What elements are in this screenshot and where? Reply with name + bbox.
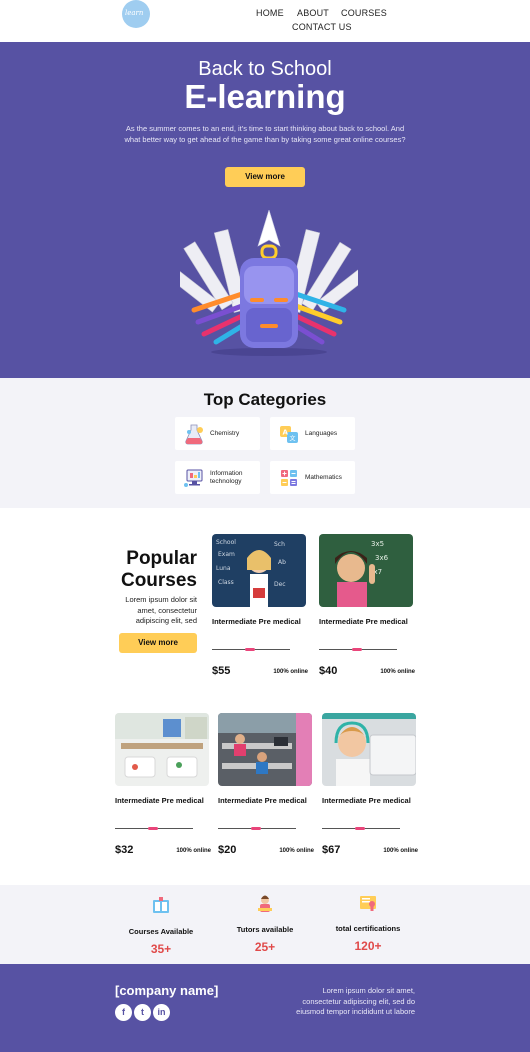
computer-icon [184,469,203,487]
course-mode: 100% online [383,848,418,854]
course-progress-bar [218,827,296,830]
category-label: Chemistry [210,429,240,437]
svg-text:Class: Class [218,579,234,586]
linkedin-icon[interactable]: in [153,1004,170,1021]
nav-contact-link[interactable]: CONTACT US [292,22,352,32]
svg-text:文: 文 [290,435,296,443]
course-title: Intermediate Pre medical [115,796,204,805]
popular-courses-title: Popular Courses [120,548,197,591]
course-mode: 100% online [176,848,211,854]
categories-section: Top Categories Chemistry A 文 Languages I… [0,378,530,508]
categories-title: Top Categories [203,390,327,409]
book-icon [153,897,169,913]
stat-label: total certifications [335,924,401,933]
course-price: $67 [322,844,341,856]
course-progress-bar [115,827,193,830]
stat-courses: Courses Available 35+ [111,896,211,956]
hero-title: E-learning [184,78,346,115]
stat-label: Courses Available [128,927,194,936]
top-nav: learn HOME ABOUT COURSES CONTACT US [0,0,530,42]
category-mathematics[interactable]: Mathematics [270,461,355,494]
stat-certifications: total certifications 120+ [318,893,418,953]
category-information-technology[interactable]: Information technology [175,461,260,494]
certificate-icon [360,896,376,911]
stats-section: Courses Available 35+ Tutors available 2… [0,885,530,964]
course-image: 3x5 3x6 3x7 [319,534,413,607]
hero-text: As the summer comes to an end, it's time… [124,124,406,144]
logo-text: learn [125,9,144,17]
course-mode: 100% online [279,848,314,854]
course-progress-bar [212,648,290,651]
company-name: [company name] [115,983,219,998]
course-mode: 100% online [273,669,308,675]
course-price: $40 [319,665,338,677]
stat-value: 25+ [254,940,276,954]
category-languages[interactable]: A 文 Languages [270,417,355,450]
course-title: Intermediate Pre medical [322,796,411,805]
course-image [322,713,416,786]
stat-value: 120+ [354,939,382,953]
category-label: Information technology [210,470,243,485]
svg-text:Luna: Luna [216,565,231,572]
svg-text:3x6: 3x6 [375,554,389,562]
category-label: Mathematics [305,473,342,481]
translate-icon: A 文 [280,426,298,443]
stat-value: 35+ [150,942,172,956]
svg-text:School: School [216,539,236,546]
facebook-icon[interactable]: f [115,1004,132,1021]
twitter-icon[interactable]: t [134,1004,151,1021]
hero-view-more-button[interactable]: View more [225,167,305,187]
stat-label: Tutors available [236,925,294,934]
course-title: Intermediate Pre medical [212,617,301,626]
nav-about-link[interactable]: ABOUT [297,8,329,18]
math-icon [281,470,297,486]
course-price: $32 [115,844,134,856]
course-progress-bar [322,827,400,830]
course-price: $55 [212,665,231,677]
course-image: School Exam Luna Class Sch Ab Dec [212,534,306,607]
svg-text:Dec: Dec [274,581,286,588]
svg-text:Ab: Ab [278,559,286,566]
tutor-icon [258,895,272,912]
course-title: Intermediate Pre medical [319,617,408,626]
course-image [115,713,209,786]
footer-text: Lorem ipsum dolor sit amet, consectetur … [296,986,415,1016]
svg-text:A: A [283,429,289,437]
backpack-illustration [180,210,358,356]
category-chemistry[interactable]: Chemistry [175,417,260,450]
flask-icon [185,424,203,445]
course-mode: 100% online [380,669,415,675]
hero-section: Back to School E-learning As the summer … [0,42,530,378]
nav-courses-link[interactable]: COURSES [341,8,387,18]
nav-home-link[interactable]: HOME [256,8,284,18]
logo[interactable]: learn [122,0,150,28]
course-progress-bar [319,648,397,651]
popular-courses-text: Lorem ipsum dolor sit amet, consectetur … [125,595,197,625]
svg-text:Sch: Sch [274,541,285,548]
svg-text:3x5: 3x5 [371,540,384,548]
stat-tutors: Tutors available 25+ [215,894,315,954]
course-title: Intermediate Pre medical [218,796,307,805]
course-price: $20 [218,844,237,856]
category-label: Languages [305,429,338,437]
course-image [218,713,312,786]
footer: [company name] f t in Lorem ipsum dolor … [0,964,530,1052]
popular-view-more-button[interactable]: View more [119,633,197,653]
svg-text:Exam: Exam [218,551,235,558]
